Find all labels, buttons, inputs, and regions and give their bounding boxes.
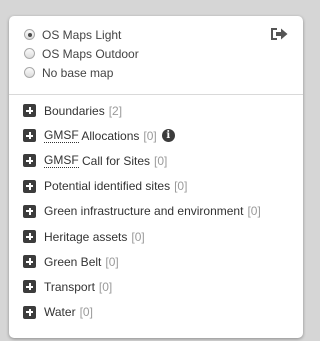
plus-square-icon[interactable] (23, 154, 36, 168)
plus-square-icon[interactable] (23, 305, 36, 319)
layer-count: [0] (79, 305, 93, 320)
radio-button[interactable] (24, 29, 35, 40)
plus-square-icon[interactable] (23, 230, 36, 244)
layer-water[interactable]: Water [0] (9, 300, 303, 325)
plus-square-icon[interactable] (23, 104, 36, 118)
layer-count: [0] (98, 279, 113, 294)
plus-square-icon[interactable] (23, 129, 36, 143)
basemap-selector: OS Maps Light OS Maps Outdoor No base ma… (9, 16, 303, 95)
layer-potential-identified-sites[interactable]: Potential identified sites [0] (9, 174, 303, 199)
layer-boundaries[interactable]: Boundaries [2] (9, 98, 303, 123)
layer-count: [0] (143, 128, 157, 143)
plus-square-icon[interactable] (23, 204, 36, 218)
layer-green-infrastructure[interactable]: Green infrastructure and environment [0] (9, 199, 303, 224)
layer-transport[interactable]: Transport [0] (9, 274, 303, 299)
layer-gmsf-call-for-sites[interactable]: GMSF Call for Sites [0] (9, 148, 303, 173)
radio-button[interactable] (24, 48, 35, 59)
radio-button[interactable] (24, 67, 35, 78)
basemap-label: OS Maps Outdoor (42, 46, 139, 61)
basemap-label: No base map (42, 65, 114, 80)
layer-label-abbr: GMSF (44, 128, 79, 144)
layer-label-abbr: GMSF (44, 153, 79, 169)
layer-label: Call for Sites (78, 153, 151, 168)
layer-label: Transport (44, 279, 95, 294)
layer-control-panel: OS Maps Light OS Maps Outdoor No base ma… (9, 16, 303, 338)
layer-green-belt[interactable]: Green Belt [0] (9, 249, 303, 274)
sign-out-icon[interactable] (269, 26, 289, 42)
layer-label: Potential identified sites (44, 179, 171, 194)
layer-label: Green Belt (44, 254, 102, 269)
layer-count: [0] (131, 229, 145, 244)
layer-label: Water (44, 305, 76, 320)
layer-gmsf-allocations[interactable]: GMSF Allocations [0] i (9, 123, 303, 148)
layer-label: Boundaries (44, 103, 105, 118)
layer-label: Heritage assets (44, 229, 128, 244)
info-icon[interactable]: i (161, 129, 175, 143)
basemap-option-os-maps-light[interactable]: OS Maps Light (24, 25, 293, 44)
basemap-option-os-maps-outdoor[interactable]: OS Maps Outdoor (24, 44, 293, 63)
layer-count: [0] (247, 204, 261, 219)
layer-count: [0] (174, 179, 188, 194)
basemap-label: OS Maps Light (42, 27, 122, 42)
layer-heritage-assets[interactable]: Heritage assets [0] (9, 224, 303, 249)
plus-square-icon[interactable] (23, 280, 36, 294)
plus-square-icon[interactable] (23, 179, 36, 193)
layer-count: [2] (108, 103, 123, 118)
plus-square-icon[interactable] (23, 255, 36, 269)
layer-label: Green infrastructure and environment (44, 204, 244, 219)
overlay-layer-list: Boundaries [2] GMSF Allocations [0] i GM… (9, 95, 303, 325)
basemap-option-no-base-map[interactable]: No base map (24, 63, 293, 82)
layer-label: Allocations (78, 128, 140, 143)
layer-count: [0] (105, 254, 119, 269)
layer-count: [0] (154, 153, 168, 168)
